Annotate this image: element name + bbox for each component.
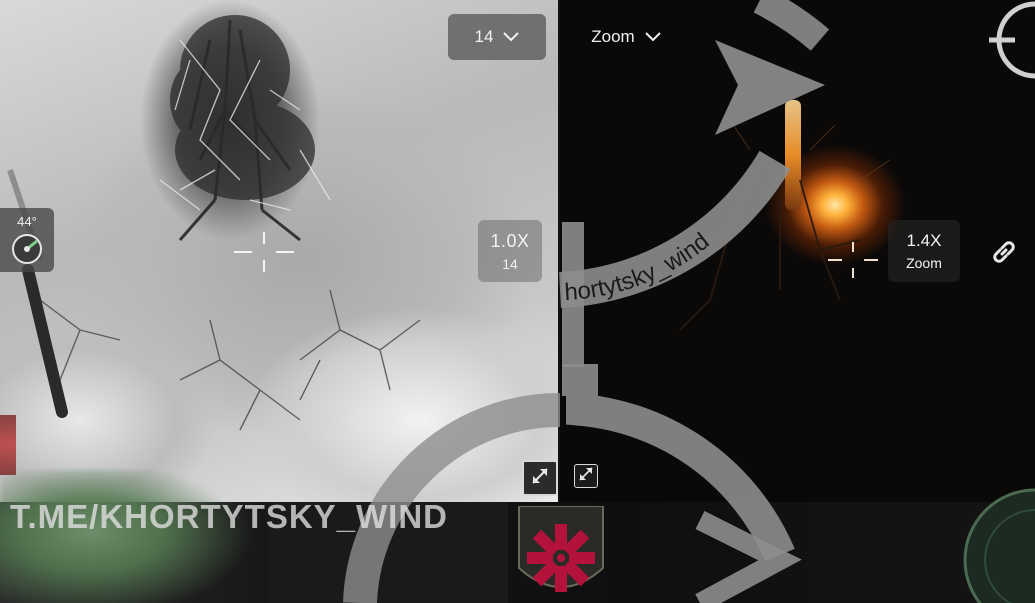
unit-emblem-star-icon bbox=[518, 506, 604, 592]
fullscreen-toggle-left[interactable] bbox=[522, 460, 558, 496]
link-icon[interactable] bbox=[984, 232, 1024, 272]
zoom-sub-right: Zoom bbox=[906, 255, 942, 271]
target-reticle-icon[interactable] bbox=[985, 0, 1035, 90]
chevron-down-icon bbox=[503, 27, 520, 47]
zoom-dropdown-right[interactable]: Zoom bbox=[578, 20, 674, 54]
zoom-sub-left: 14 bbox=[502, 255, 518, 272]
zoom-dropdown-left-value: 14 bbox=[474, 27, 494, 46]
zoom-readout-left[interactable]: 1.0X 14 bbox=[478, 220, 542, 282]
zoom-level-right: 1.4X bbox=[906, 231, 942, 250]
crosshair-reticle-right bbox=[828, 242, 878, 278]
thermal-camera-feed bbox=[0, 0, 558, 502]
fullscreen-toggle-icon bbox=[531, 467, 549, 490]
chevron-down-icon bbox=[645, 27, 661, 47]
compass-heading: 44° bbox=[17, 214, 37, 229]
fullscreen-toggle-right[interactable] bbox=[574, 464, 598, 488]
gauge-dial[interactable] bbox=[938, 480, 1035, 603]
night-scene bbox=[679, 119, 891, 331]
compass-widget[interactable]: 44° bbox=[0, 208, 54, 272]
zoom-dropdown-right-label: Zoom bbox=[591, 27, 635, 46]
zoom-level-left: 1.0X bbox=[490, 230, 530, 251]
channel-watermark: T.ME/KHORTYTSKY_WIND bbox=[10, 498, 449, 535]
red-marker-edge bbox=[0, 415, 16, 475]
zoom-readout-right[interactable]: 1.4X Zoom bbox=[888, 220, 960, 282]
video-stage: hortytsky_wind 14 Zoom 1.0X 14 1.4X Zoom… bbox=[0, 0, 1035, 603]
night-camera-feed bbox=[560, 0, 1035, 502]
compass-dial-icon bbox=[10, 232, 44, 271]
fullscreen-toggle-icon bbox=[579, 466, 593, 486]
crosshair-reticle-left bbox=[234, 232, 294, 272]
zoom-dropdown-left[interactable]: 14 bbox=[448, 14, 546, 60]
